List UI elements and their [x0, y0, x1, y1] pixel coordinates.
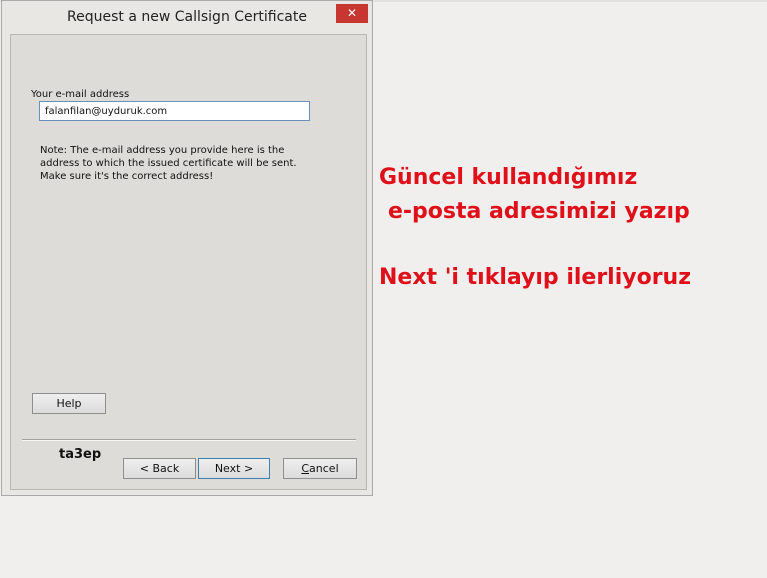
dialog-window: Request a new Callsign Certificate ✕ You…: [1, 0, 373, 496]
brand-label: ta3ep: [59, 447, 102, 462]
annotation-line-1: Güncel kullandığımız: [379, 165, 638, 190]
separator: [22, 439, 356, 441]
cancel-button[interactable]: Cancel: [283, 458, 357, 479]
annotation-line-3: Next 'i tıklayıp ilerliyoruz: [379, 265, 692, 290]
dialog-title: Request a new Callsign Certificate: [67, 9, 307, 25]
note-line: Make sure it's the correct address!: [40, 171, 214, 182]
back-button[interactable]: < Back: [123, 458, 196, 479]
close-icon: ✕: [346, 6, 358, 20]
email-label: Your e-mail address: [31, 89, 130, 100]
email-field[interactable]: [39, 101, 310, 121]
help-button[interactable]: Help: [32, 393, 106, 414]
note-text: Note: The e-mail address you provide her…: [40, 144, 340, 183]
next-button[interactable]: Next >: [198, 458, 270, 479]
annotation-line-2: e-posta adresimizi yazıp: [388, 199, 690, 224]
title-bar[interactable]: Request a new Callsign Certificate ✕: [2, 1, 372, 35]
note-line: address to which the issued certificate …: [40, 158, 297, 169]
dialog-client-area: Your e-mail address Note: The e-mail add…: [10, 34, 367, 490]
note-line: Note: The e-mail address you provide her…: [40, 145, 285, 156]
close-button[interactable]: ✕: [336, 4, 368, 23]
